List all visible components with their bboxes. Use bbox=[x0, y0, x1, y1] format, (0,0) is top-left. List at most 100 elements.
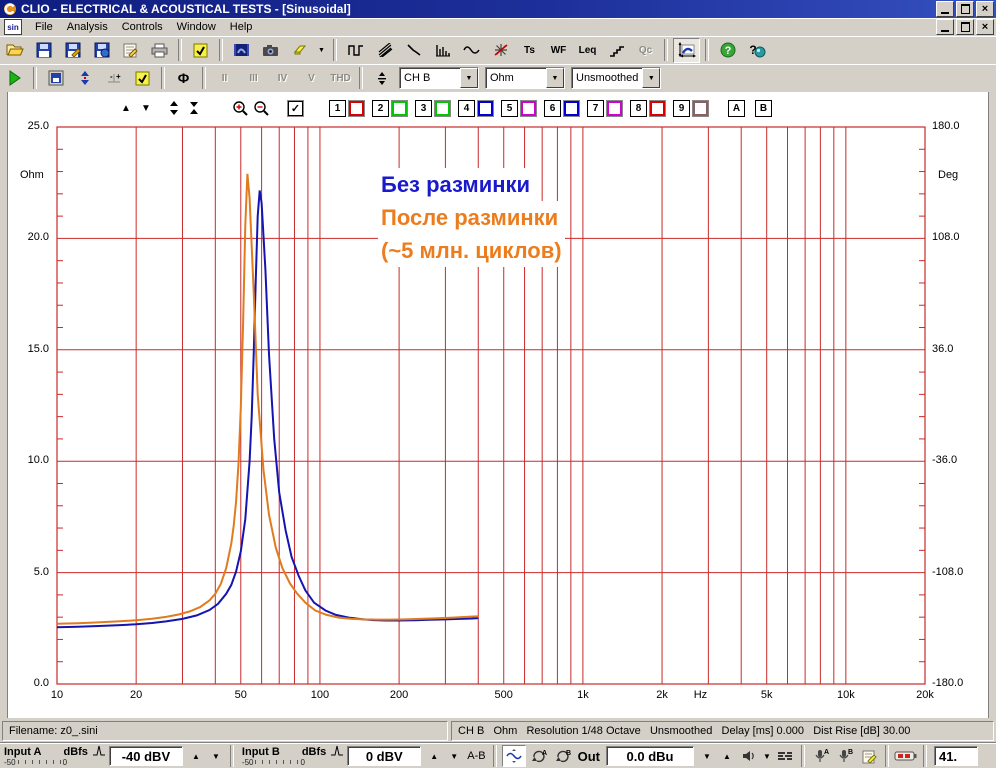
sine-off-icon[interactable] bbox=[487, 38, 514, 63]
zoom-out-icon[interactable] bbox=[253, 100, 270, 116]
generator-icon[interactable] bbox=[501, 745, 526, 767]
menu-window[interactable]: Window bbox=[170, 19, 223, 35]
zoom-in-icon[interactable] bbox=[232, 100, 249, 116]
curve-slot-3-button[interactable]: 3 bbox=[415, 99, 432, 117]
autoscale-icon[interactable] bbox=[71, 66, 98, 91]
close-button[interactable]: × bbox=[976, 1, 994, 17]
shift-up-icon[interactable]: ▲ bbox=[118, 100, 134, 116]
curve-slot-8-checkbox[interactable] bbox=[649, 99, 666, 117]
minimize-button[interactable] bbox=[936, 1, 954, 17]
film-icon[interactable] bbox=[228, 38, 255, 63]
input-b-down-button[interactable]: ▼ bbox=[445, 748, 463, 764]
link-a-b-button[interactable]: A-B bbox=[467, 750, 485, 762]
curve-slot-7-button[interactable]: 7 bbox=[587, 99, 604, 117]
open-icon[interactable] bbox=[1, 38, 28, 63]
doc-close-button[interactable]: × bbox=[976, 19, 994, 35]
overlay-a-button[interactable]: A bbox=[728, 99, 745, 117]
speaker-dropdown-icon[interactable]: ▼ bbox=[762, 748, 772, 764]
camera-icon[interactable] bbox=[257, 38, 284, 63]
input-b-up-button[interactable]: ▲ bbox=[425, 748, 443, 764]
squarewave-icon[interactable] bbox=[342, 38, 369, 63]
curve-slot-9-button[interactable]: 9 bbox=[673, 99, 690, 117]
print-icon[interactable] bbox=[146, 38, 173, 63]
menu-controls[interactable]: Controls bbox=[115, 19, 170, 35]
unit-combo-arrow-icon[interactable]: ▼ bbox=[546, 68, 564, 88]
noise-icon[interactable] bbox=[371, 38, 398, 63]
eraser-dropdown-icon[interactable]: ▼ bbox=[315, 38, 328, 63]
curve-slot-4-checkbox[interactable] bbox=[477, 99, 494, 117]
resize-graph-icon[interactable] bbox=[673, 37, 700, 63]
out-up-button[interactable]: ▲ bbox=[718, 748, 736, 764]
mic-b-icon[interactable]: B bbox=[834, 746, 856, 766]
task-check-icon[interactable] bbox=[187, 38, 214, 63]
phase-icon[interactable]: Φ bbox=[170, 66, 197, 91]
notes-icon[interactable] bbox=[858, 746, 880, 766]
out-down-button[interactable]: ▼ bbox=[698, 748, 716, 764]
doc-restore-button[interactable] bbox=[956, 19, 974, 35]
leq-icon[interactable]: Leq bbox=[574, 38, 601, 63]
curve-slot-6-checkbox[interactable] bbox=[563, 99, 580, 117]
svg-text:B: B bbox=[566, 750, 571, 757]
curve-slot-1-checkbox[interactable] bbox=[348, 99, 365, 117]
save-as-icon[interactable] bbox=[59, 38, 86, 63]
input-b-sensitivity[interactable]: 0 dBV bbox=[347, 746, 422, 766]
sinusoidal-doc-icon[interactable]: sin bbox=[4, 19, 22, 35]
compress-scale-icon[interactable] bbox=[186, 100, 202, 116]
shift-down-icon[interactable]: ▼ bbox=[138, 100, 154, 116]
curve-slot-5-checkbox[interactable] bbox=[520, 99, 537, 117]
sine-icon[interactable] bbox=[458, 38, 485, 63]
expand-scale-icon[interactable] bbox=[166, 100, 182, 116]
output-level[interactable]: 0.0 dBu bbox=[606, 746, 694, 766]
decay-icon[interactable] bbox=[400, 38, 427, 63]
mic-a-icon[interactable]: A bbox=[810, 746, 832, 766]
curve-slot-6-button[interactable]: 6 bbox=[544, 99, 561, 117]
settings-check-icon[interactable] bbox=[129, 66, 156, 91]
input-loop-a-icon[interactable]: A bbox=[528, 746, 550, 766]
menu-help[interactable]: Help bbox=[223, 19, 260, 35]
smoothing-combo[interactable]: Unsmoothed ▼ bbox=[571, 67, 662, 89]
curve-slot-8-button[interactable]: 8 bbox=[630, 99, 647, 117]
input-a-sensitivity[interactable]: -40 dBV bbox=[108, 746, 183, 766]
start-measurement-icon[interactable] bbox=[1, 66, 28, 91]
marker-icon[interactable]: - + bbox=[100, 66, 127, 91]
curves-visible-checkbox[interactable]: ✓ bbox=[287, 99, 304, 117]
smoothing-combo-arrow-icon[interactable]: ▼ bbox=[642, 68, 661, 88]
input-a-up-button[interactable]: ▲ bbox=[187, 748, 205, 764]
context-help-icon[interactable]: ? bbox=[743, 38, 770, 63]
channel-combo[interactable]: CH B ▼ bbox=[399, 67, 479, 89]
print-preview-icon[interactable] bbox=[117, 38, 144, 63]
battery-icon[interactable] bbox=[894, 746, 918, 766]
overlay-b-button[interactable]: B bbox=[755, 99, 772, 117]
curve-slot-1-button[interactable]: 1 bbox=[329, 99, 346, 117]
unit-combo[interactable]: Ohm ▼ bbox=[485, 67, 565, 89]
curve-slot-4-button[interactable]: 4 bbox=[458, 99, 475, 117]
curve-slot-7-checkbox[interactable] bbox=[606, 99, 623, 117]
annotation-line-2: После разминки bbox=[378, 201, 562, 234]
wf-icon[interactable]: WF bbox=[545, 38, 572, 63]
menu-bar: sin File Analysis Controls Window Help × bbox=[0, 18, 996, 37]
save-icon[interactable] bbox=[30, 38, 57, 63]
menu-analysis[interactable]: Analysis bbox=[60, 19, 115, 35]
menu-file[interactable]: File bbox=[28, 19, 60, 35]
autosave-icon[interactable] bbox=[42, 66, 69, 91]
help-icon[interactable]: ? bbox=[714, 38, 741, 63]
export-icon[interactable] bbox=[88, 38, 115, 63]
bars-icon[interactable] bbox=[429, 38, 456, 63]
curve-slot-3-checkbox[interactable] bbox=[434, 99, 451, 117]
doc-minimize-button[interactable] bbox=[936, 19, 954, 35]
steps-icon[interactable] bbox=[603, 38, 630, 63]
y-right-tick-108.0: 108.0 bbox=[932, 231, 960, 244]
channel-combo-arrow-icon[interactable]: ▼ bbox=[460, 68, 478, 88]
restore-button[interactable] bbox=[956, 1, 974, 17]
input-a-down-button[interactable]: ▼ bbox=[207, 748, 225, 764]
input-loop-b-icon[interactable]: B bbox=[552, 746, 574, 766]
curve-slot-2-button[interactable]: 2 bbox=[372, 99, 389, 117]
curve-slot-5-button[interactable]: 5 bbox=[501, 99, 518, 117]
curve-slot-9-checkbox[interactable] bbox=[692, 99, 709, 117]
eraser-icon[interactable] bbox=[286, 38, 313, 63]
curve-slot-2-checkbox[interactable] bbox=[391, 99, 408, 117]
ts-icon[interactable]: Ts bbox=[516, 38, 543, 63]
speaker-icon[interactable] bbox=[738, 746, 760, 766]
divide-scale-icon[interactable] bbox=[368, 66, 395, 91]
triple-dash-icon[interactable] bbox=[774, 746, 796, 766]
